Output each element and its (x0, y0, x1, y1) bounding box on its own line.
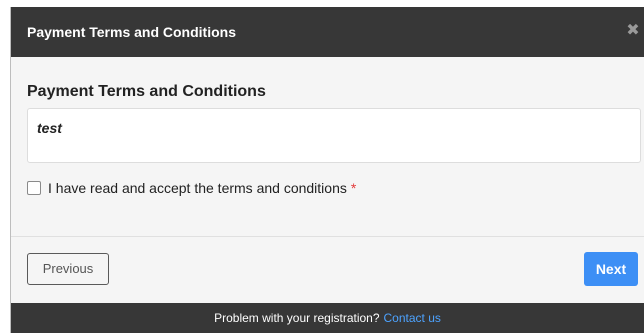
terms-content-box: test (27, 108, 641, 163)
registration-help-footer: Problem with your registration? Contact … (11, 303, 644, 333)
previous-button[interactable]: Previous (27, 253, 109, 285)
next-button[interactable]: Next (584, 252, 638, 286)
modal-title: Payment Terms and Conditions (27, 24, 236, 40)
accept-terms-checkbox[interactable] (27, 181, 41, 195)
accept-terms-row: I have read and accept the terms and con… (27, 179, 356, 197)
contact-us-link[interactable]: Contact us (384, 311, 441, 325)
accept-terms-label[interactable]: I have read and accept the terms and con… (48, 180, 347, 196)
modal-header: Payment Terms and Conditions ✖ (11, 7, 644, 57)
close-icon[interactable]: ✖ (626, 23, 640, 39)
section-title: Payment Terms and Conditions (27, 83, 266, 100)
payment-terms-modal: Payment Terms and Conditions ✖ Payment T… (10, 7, 644, 333)
terms-content-text: test (37, 120, 62, 136)
footer-text: Problem with your registration? (214, 311, 380, 325)
required-mark: * (350, 180, 357, 196)
footer-divider (11, 236, 644, 237)
